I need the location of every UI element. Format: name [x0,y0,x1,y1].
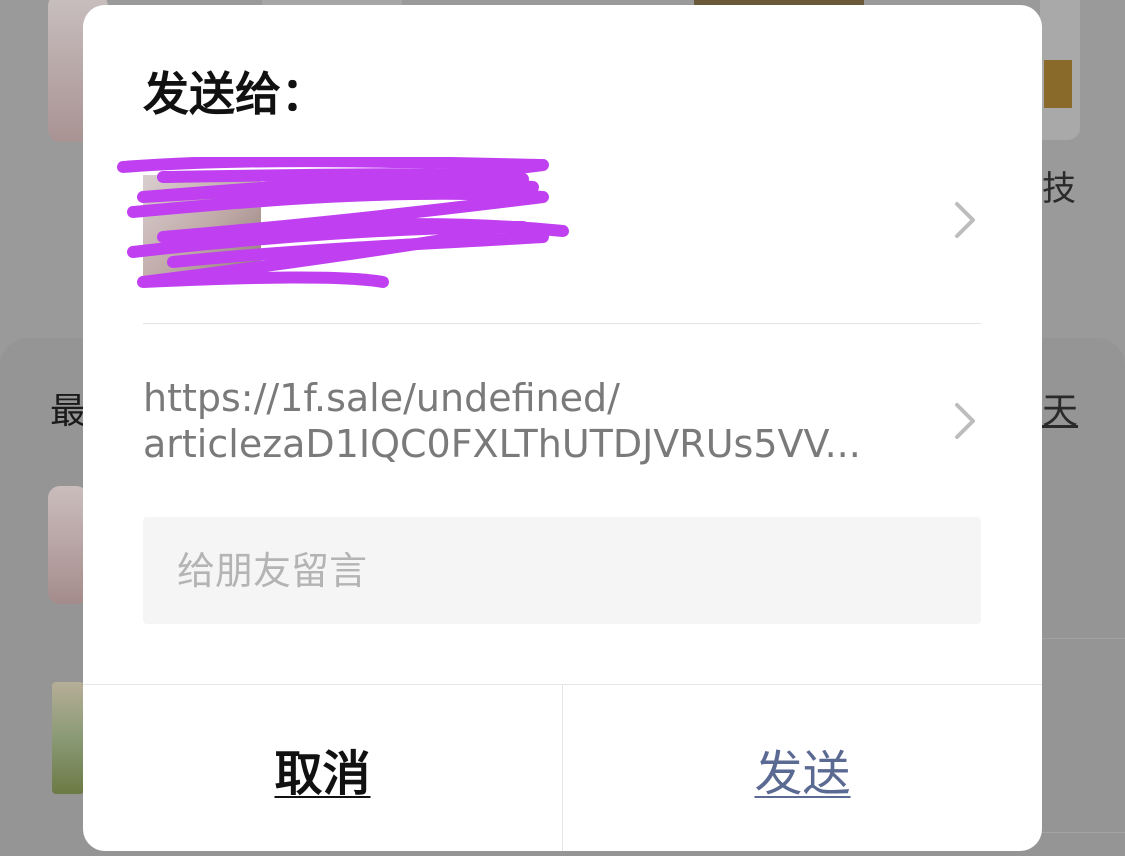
shared-link-preview[interactable]: https://1f.sale/undefined/ articlezaD1IQ… [143,375,923,467]
background-image-strip [52,682,84,794]
recipient-row[interactable] [117,157,981,288]
divider [143,323,981,324]
cancel-button[interactable]: 取消 [83,685,562,851]
background-text: 技 [1042,169,1076,209]
chevron-right-icon [955,403,975,439]
background-image [1044,60,1072,108]
background-divider [1040,832,1125,833]
background-link: 天 [1042,391,1079,432]
background-divider [1040,638,1125,639]
message-input[interactable] [143,517,981,624]
background-avatar-image [48,486,88,604]
screen: 技 最 天 发送给： https://1f.sale/undefined/ ar… [0,0,1125,856]
chevron-right-icon [955,202,975,238]
share-dialog: 发送给： https://1f.sale/undefined/ articlez… [83,5,1042,851]
dialog-footer: 取消 发送 [83,684,1042,851]
link-text-line-1: https://1f.sale/undefined/ [143,376,620,420]
send-button[interactable]: 发送 [563,685,1042,851]
background-heading: 最 [50,391,87,432]
link-text-line-2: articlezaD1IQC0FXLThUTDJVRUs5VV... [143,422,861,466]
dialog-title: 发送给： [143,67,327,121]
redaction-scribble [117,157,569,288]
